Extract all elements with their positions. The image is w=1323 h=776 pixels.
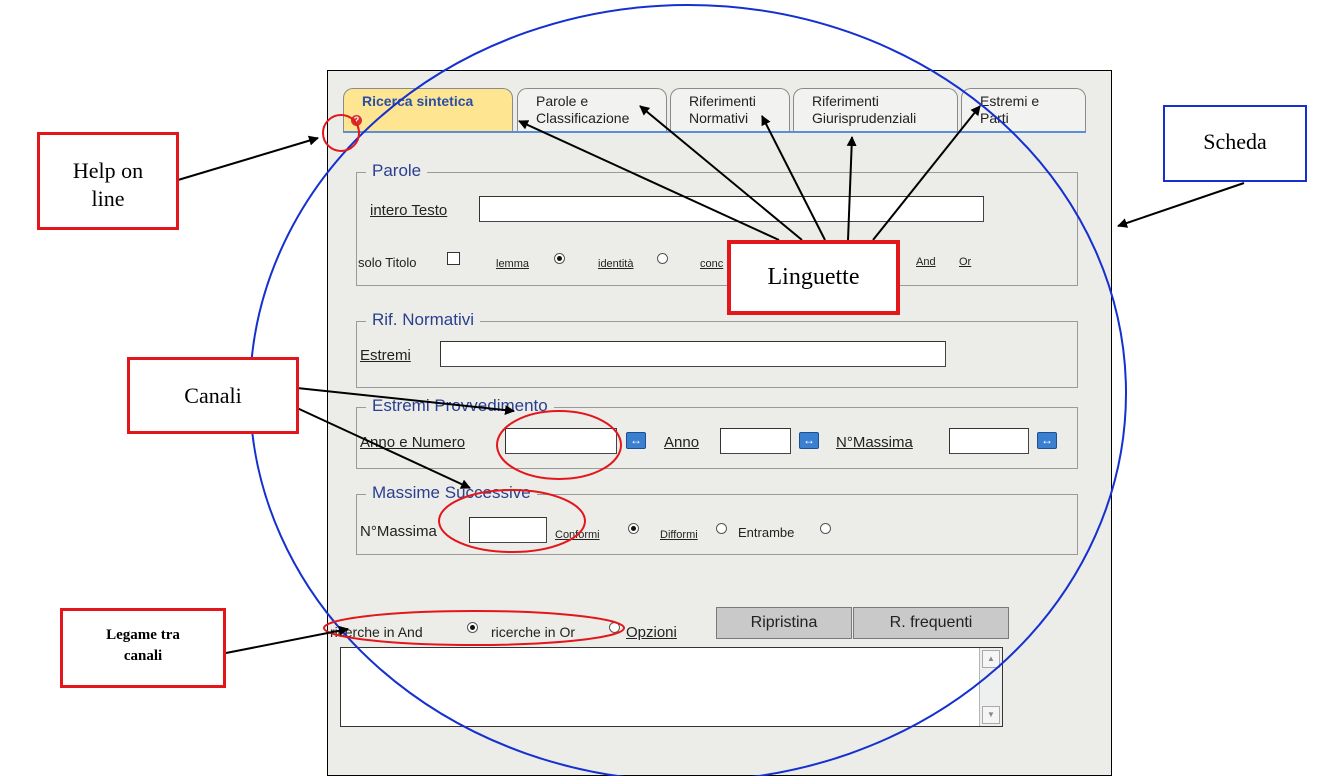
tab-label-line1: Riferimenti: [689, 93, 756, 109]
scheda-callout: Scheda: [1163, 105, 1307, 182]
or-link[interactable]: Or: [959, 256, 971, 268]
anno-range-icon[interactable]: ↔: [799, 432, 819, 449]
legame-callout-line2: canali: [123, 648, 163, 664]
tab-label-line1: Estremi e: [980, 93, 1040, 109]
legame-callout-line1: Legame tra: [106, 627, 180, 643]
massime-n-massima-input[interactable]: [469, 517, 547, 543]
estremi-provvedimento-legend: Estremi Provvedimento: [366, 396, 554, 416]
tab-strip-line: [343, 131, 1086, 133]
ricerche-or-radio[interactable]: [609, 622, 620, 633]
estremi-input[interactable]: [440, 341, 946, 367]
lemma-radio[interactable]: [554, 253, 565, 264]
tab-label: Ricerca sintetica: [362, 93, 474, 109]
tab-label-line1: Parole e: [536, 93, 589, 109]
ricerche-or-label: ricerche in Or: [491, 624, 576, 640]
tab-label-line2: Parti: [980, 110, 1009, 126]
ripristina-button[interactable]: Ripristina: [716, 607, 852, 639]
anno-input[interactable]: [720, 428, 791, 454]
tab-label-line1: Riferimenti: [812, 93, 879, 109]
scroll-down-icon[interactable]: ▼: [982, 706, 1000, 724]
solo-titolo-checkbox[interactable]: [447, 252, 460, 265]
n-massima-range-icon[interactable]: ↔: [1037, 432, 1057, 449]
difformi-label[interactable]: Difformi: [660, 529, 698, 541]
ricerche-and-radio[interactable]: [467, 622, 478, 633]
rif-normativi-legend: Rif. Normativi: [366, 310, 481, 330]
legame-callout: Legame tra canali: [60, 608, 226, 688]
parole-legend: Parole: [366, 161, 428, 181]
tab-label-line2: Classificazione: [536, 110, 630, 126]
canali-callout: Canali: [127, 357, 299, 434]
n-massima-input[interactable]: [949, 428, 1029, 454]
conformi-radio[interactable]: [628, 523, 639, 534]
entrambe-label: Entrambe: [738, 525, 795, 540]
anno-numero-range-icon[interactable]: ↔: [626, 432, 646, 449]
and-link[interactable]: And: [916, 256, 936, 268]
linguette-callout: Linguette: [727, 240, 900, 315]
r-frequenti-button[interactable]: R. frequenti: [853, 607, 1009, 639]
solo-titolo-label: solo Titolo: [358, 255, 417, 270]
tab-label-line2: Normativi: [689, 110, 749, 126]
scheda-arrow: [1117, 182, 1245, 228]
tab-riferimenti-normativi[interactable]: Riferimenti Normativi: [670, 88, 790, 132]
tab-ricerca-sintetica[interactable]: Ricerca sintetica ?: [343, 88, 513, 132]
help-on-line-callout: Help on line: [37, 132, 179, 230]
help-callout-line2: line: [91, 186, 125, 211]
lemma-label[interactable]: lemma: [496, 258, 529, 270]
massime-successive-legend: Massime Successive: [366, 483, 537, 503]
help-callout-line1: Help on: [72, 158, 144, 183]
scroll-up-icon[interactable]: ▲: [982, 650, 1000, 668]
conc-label[interactable]: conc: [700, 258, 723, 270]
anno-numero-input[interactable]: [505, 428, 617, 454]
conformi-label[interactable]: Conformi: [555, 529, 600, 541]
anno-numero-label[interactable]: Anno e Numero: [360, 434, 465, 451]
help-icon[interactable]: ?: [351, 115, 362, 126]
results-textarea[interactable]: ▲ ▼: [340, 647, 1003, 727]
help-arrow: [177, 135, 319, 181]
tab-estremi-parti[interactable]: Estremi e Parti: [961, 88, 1086, 132]
massime-n-massima-label: N°Massima: [360, 523, 437, 540]
difformi-radio[interactable]: [716, 523, 727, 534]
intero-testo-label[interactable]: intero Testo: [370, 202, 447, 219]
tab-parole-classificazione[interactable]: Parole e Classificazione: [517, 88, 667, 132]
identita-radio[interactable]: [657, 253, 668, 264]
tab-riferimenti-giurisprudenziali[interactable]: Riferimenti Giurisprudenziali: [793, 88, 958, 132]
estremi-label[interactable]: Estremi: [360, 347, 411, 364]
intero-testo-input[interactable]: [479, 196, 984, 222]
ricerche-and-label: ricerche in And: [330, 624, 423, 640]
opzioni-link[interactable]: Opzioni: [626, 624, 677, 641]
results-scrollbar[interactable]: ▲ ▼: [979, 648, 1002, 726]
n-massima-label[interactable]: N°Massima: [836, 434, 913, 451]
entrambe-radio[interactable]: [820, 523, 831, 534]
anno-label[interactable]: Anno: [664, 434, 699, 451]
identita-label[interactable]: identità: [598, 258, 633, 270]
tab-label-line2: Giurisprudenziali: [812, 110, 917, 126]
